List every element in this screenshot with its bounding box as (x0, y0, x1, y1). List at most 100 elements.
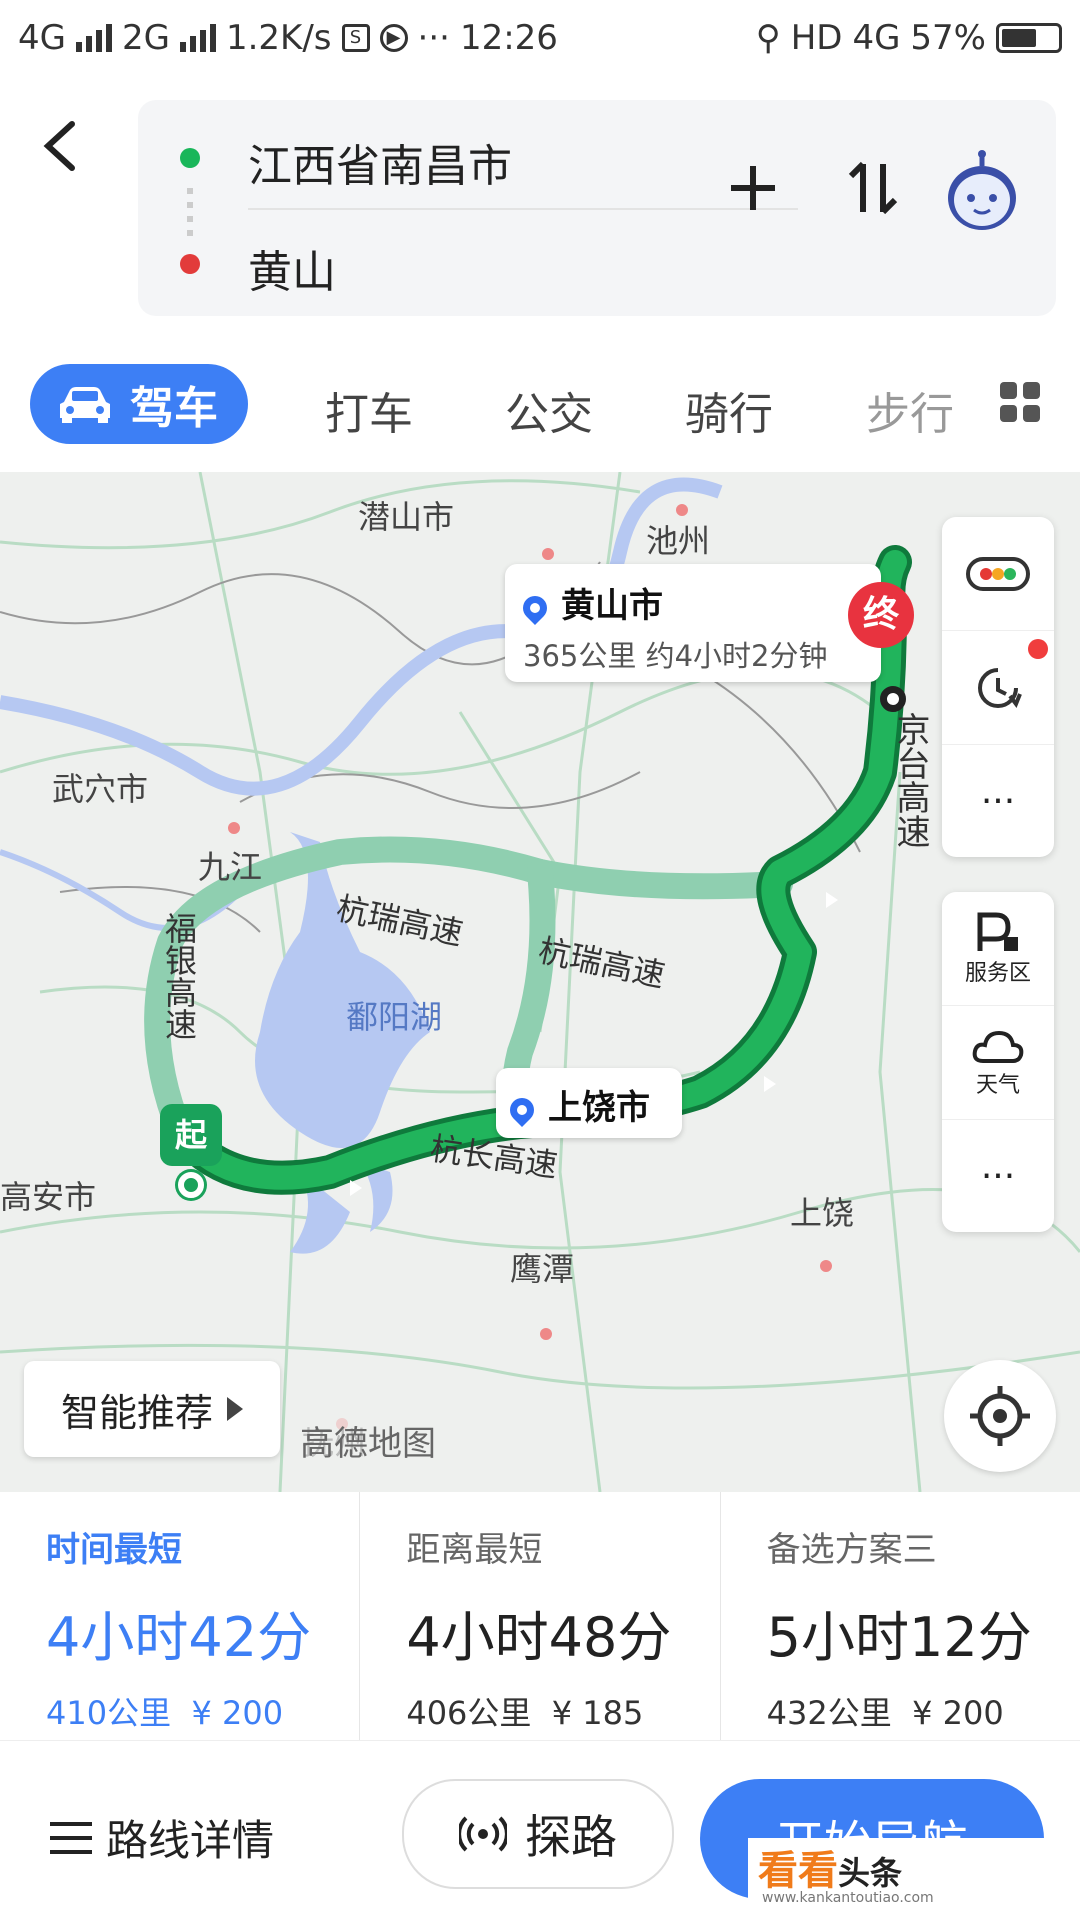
route-info: 410公里 ¥ 200 (46, 1688, 359, 1734)
assistant-avatar-icon[interactable] (940, 150, 1024, 234)
route-header: 江西省南昌市 黄山 (0, 96, 1080, 321)
map-label-qianshan: 潜山市 (358, 498, 455, 536)
cloud-icon (972, 1030, 1024, 1063)
network-type-3: 4G (852, 18, 901, 58)
media-icon: ▶ (379, 24, 408, 52)
traffic-light-icon (966, 556, 1030, 591)
destination-field[interactable]: 黄山 (248, 236, 336, 300)
map-label-shangrao: 上饶 (790, 1194, 855, 1232)
traffic-toggle[interactable] (942, 517, 1054, 631)
route-label: 备选方案三 (766, 1530, 937, 1570)
notification-dot (1028, 639, 1048, 659)
parking-icon (977, 912, 1018, 951)
start-point-icon (178, 1172, 204, 1198)
tab-drive[interactable]: 驾车 (30, 364, 248, 444)
service-area-toggle[interactable]: 服务区 (942, 892, 1054, 1006)
tab-taxi[interactable]: 打车 (325, 378, 413, 442)
callout-destination-detail: 365公里 约4小时2分钟 (523, 639, 828, 673)
map-label-chizhou: 池州 (646, 522, 711, 560)
signal-icon-2 (179, 24, 216, 52)
tab-bus[interactable]: 公交 (505, 378, 593, 442)
tab-drive-label: 驾车 (130, 383, 218, 434)
swap-route-icon[interactable] (838, 158, 908, 228)
route-distance: 432公里 (766, 1694, 892, 1732)
map-label-jiujiang: 九江 (198, 848, 263, 886)
list-icon (50, 1821, 92, 1854)
watermark-suffix: 头条 (838, 1854, 903, 1892)
broadcast-icon (459, 1816, 507, 1852)
more-dots-icon: ··· (417, 18, 450, 58)
route-cost: ¥ 200 (912, 1694, 1004, 1732)
route-map[interactable]: 潜山市 池州 安庆 黄山 武穴市 九江 鄱阳湖 高安市 上饶 鹰潭 抚州 高德地… (0, 472, 1080, 1492)
map-label-gaoan: 高安市 (0, 1178, 97, 1216)
route-details-button[interactable]: 路线详情 (50, 1807, 274, 1868)
map-controls-top: ··· (942, 517, 1054, 857)
network-type-2: 2G (121, 18, 170, 58)
connector-dots (187, 188, 193, 244)
network-speed: 1.2K/s (225, 18, 332, 58)
route-options: 时间最短 4小时42分 410公里 ¥ 200 距离最短 4小时48分 406公… (0, 1492, 1080, 1740)
route-input-card: 江西省南昌市 黄山 (138, 100, 1056, 316)
end-marker[interactable]: 终 (848, 582, 914, 648)
map-controls-bottom: 服务区 天气 ··· (942, 892, 1054, 1232)
weather-label: 天气 (975, 1072, 1020, 1098)
map-label-yingtan: 鹰潭 (510, 1250, 575, 1288)
callout-destination-title: 黄山市 (561, 586, 663, 626)
status-bar: 4G 2G 1.2K/s S ▶ ··· 12:26 ⚲ HD 4G 57% (0, 0, 1080, 76)
sim-icon: S (341, 24, 370, 52)
back-arrow-icon[interactable] (40, 116, 90, 176)
route-label: 距离最短 (406, 1530, 543, 1570)
transport-tabs: 驾车 打车 公交 骑行 步行 (0, 360, 1080, 450)
watermark-url: www.kankantoutiao.com (762, 1890, 934, 1906)
play-triangle-icon (227, 1397, 243, 1421)
origin-field[interactable]: 江西省南昌市 (248, 130, 512, 194)
clock: 12:26 (459, 18, 558, 58)
tab-ride[interactable]: 骑行 (685, 378, 773, 442)
route-time: 4小时42分 (46, 1606, 312, 1669)
origin-dot-icon (180, 148, 200, 168)
watermark-logo: 看看头条 (758, 1838, 902, 1896)
explore-route-button[interactable]: 探路 (402, 1779, 674, 1889)
hd-indicator: HD (790, 18, 843, 58)
route-cost: ¥ 200 (191, 1694, 284, 1732)
route-option-1[interactable]: 时间最短 4小时42分 410公里 ¥ 200 (0, 1492, 361, 1740)
weather-toggle[interactable]: 天气 (942, 1006, 1054, 1120)
location-icon: ⚲ (755, 18, 781, 58)
map-label-poyang-lake: 鄱阳湖 (346, 998, 443, 1036)
route-label: 时间最短 (46, 1530, 182, 1570)
end-point-icon (880, 686, 906, 712)
car-icon (60, 387, 110, 423)
network-type-1: 4G (18, 18, 66, 58)
history-toggle[interactable] (942, 631, 1054, 745)
start-marker[interactable]: 起 (160, 1104, 222, 1166)
more-options-icon-2[interactable]: ··· (942, 1120, 1054, 1233)
divider (248, 208, 798, 210)
pin-icon (505, 1092, 539, 1127)
battery-percent: 57% (910, 18, 986, 58)
add-waypoint-icon[interactable] (718, 158, 788, 228)
clock-refresh-icon (978, 667, 1022, 708)
pin-icon (518, 590, 552, 625)
gaode-logo: 高德地图 (300, 1416, 436, 1465)
callout-waypoint-title: 上饶市 (548, 1088, 650, 1128)
more-options-icon[interactable]: ··· (942, 745, 1054, 858)
route-time: 4小时48分 (406, 1606, 672, 1669)
tab-walk[interactable]: 步行 (866, 378, 954, 442)
map-label-wuxue: 武穴市 (52, 770, 149, 808)
crosshair-icon (970, 1386, 1030, 1446)
watermark: 看看头条 www.kankantoutiao.com (748, 1838, 1080, 1920)
more-modes-grid-icon[interactable] (1000, 382, 1040, 422)
battery-icon (996, 23, 1062, 53)
route-option-2[interactable]: 距离最短 4小时48分 406公里 ¥ 185 (360, 1492, 721, 1740)
signal-icon (75, 24, 112, 52)
destination-callout[interactable]: 黄山市 365公里 约4小时2分钟 (505, 564, 881, 682)
locate-me-button[interactable] (944, 1360, 1056, 1472)
route-option-3[interactable]: 备选方案三 5小时12分 432公里 ¥ 200 (721, 1492, 1080, 1740)
route-distance: 410公里 (46, 1694, 172, 1732)
waypoint-callout[interactable]: 上饶市 (496, 1068, 682, 1138)
destination-dot-icon (180, 254, 200, 274)
smart-recommend-label: 智能推荐 (60, 1390, 213, 1435)
smart-recommend-button[interactable]: 智能推荐 (24, 1361, 280, 1457)
route-time: 5小时12分 (766, 1606, 1032, 1669)
road-label-fuyin: 福银高速 (160, 912, 198, 1040)
